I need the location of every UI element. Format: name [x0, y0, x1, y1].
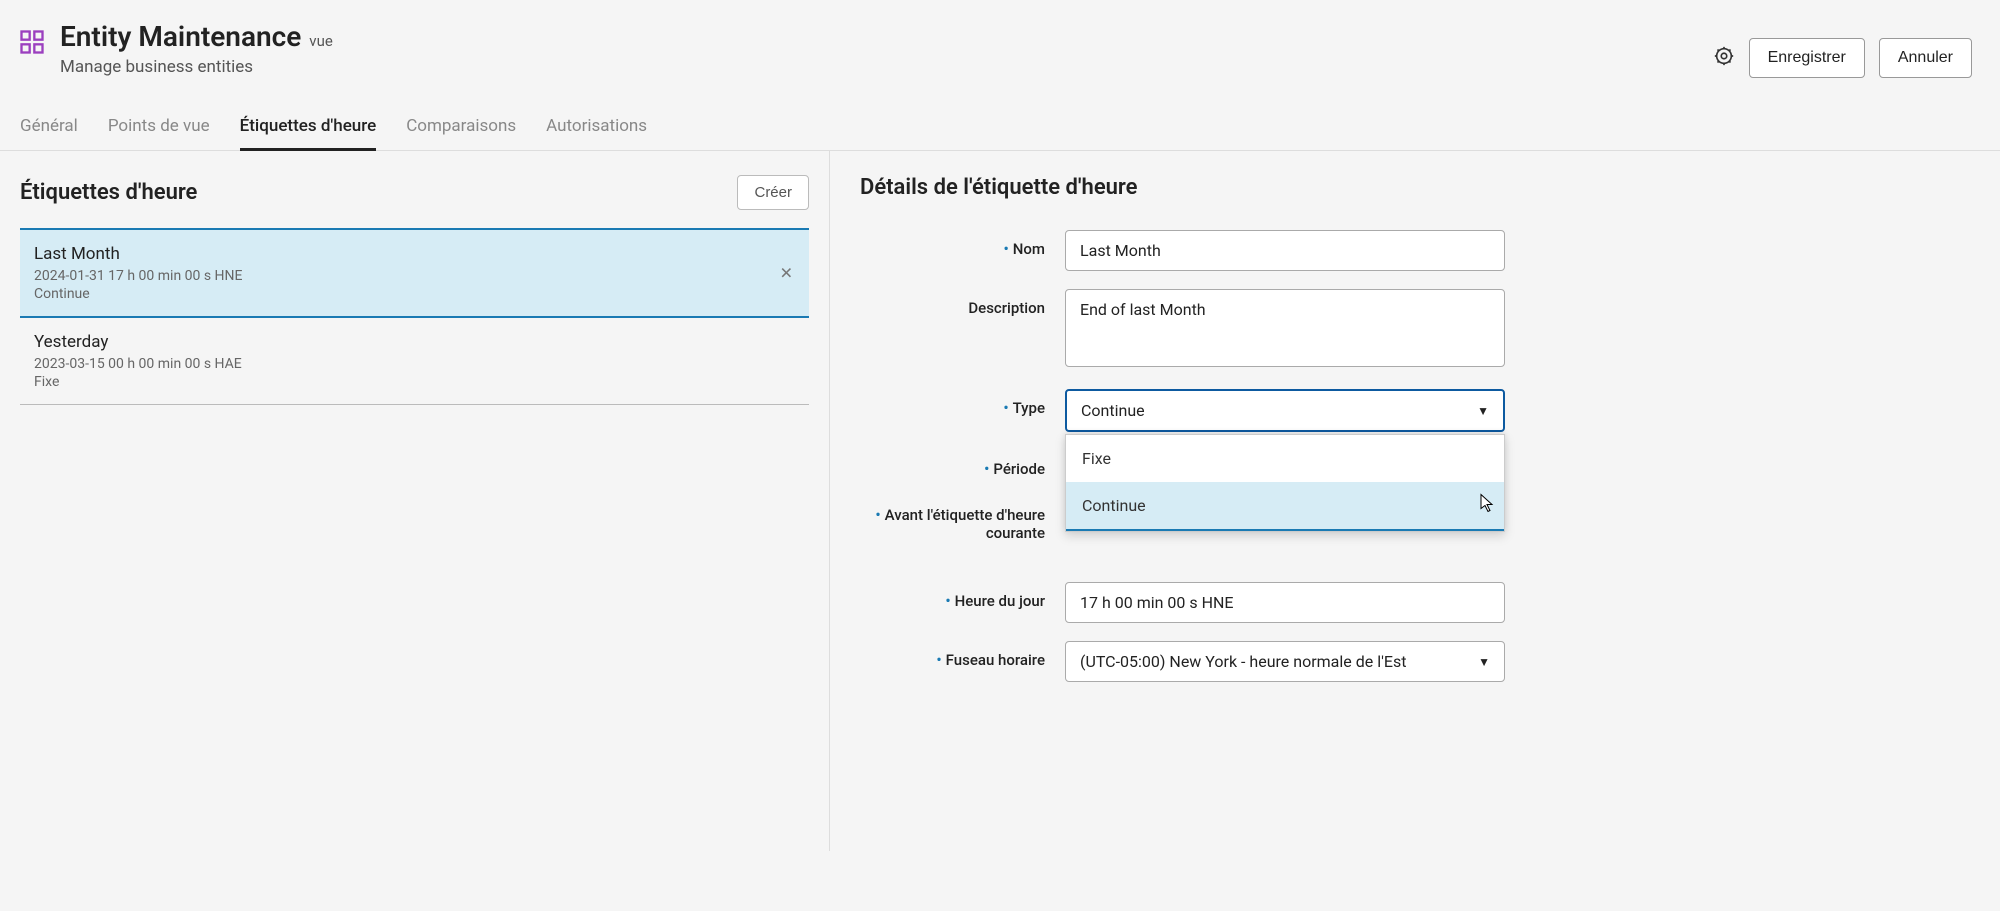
app-icon — [18, 28, 46, 60]
page-subtitle: Manage business entities — [60, 57, 333, 77]
form-row-name: •Nom — [860, 230, 1970, 271]
time-of-day-input[interactable] — [1065, 582, 1505, 623]
list-item-type: Continue — [34, 286, 793, 302]
left-panel-title: Étiquettes d'heure — [20, 180, 197, 205]
name-input-wrap — [1065, 230, 1505, 271]
type-select[interactable]: Continue ▼ — [1065, 389, 1505, 432]
description-label: Description — [860, 289, 1045, 317]
page-title-suffix: vue — [309, 32, 333, 50]
header: Entity Maintenance vue Manage business e… — [0, 0, 2000, 88]
list-item[interactable]: Yesterday 2023-03-15 00 h 00 min 00 s HA… — [20, 318, 809, 405]
type-option-fixe[interactable]: Fixe — [1066, 435, 1504, 482]
before-current-label: •Avant l'étiquette d'heure courante — [860, 496, 1045, 542]
type-dropdown: Fixe Continue — [1065, 434, 1505, 532]
name-label: •Nom — [860, 230, 1045, 258]
form-row-time-of-day: •Heure du jour — [860, 582, 1970, 623]
name-input[interactable] — [1065, 230, 1505, 271]
list-item-timestamp: 2024-01-31 17 h 00 min 00 s HNE — [34, 268, 793, 284]
tab-comparisons[interactable]: Comparaisons — [406, 108, 516, 150]
type-label: •Type — [860, 389, 1045, 417]
type-select-value: Continue — [1081, 401, 1145, 420]
list-item[interactable]: Last Month 2024-01-31 17 h 00 min 00 s H… — [20, 228, 809, 318]
chevron-down-icon: ▼ — [1478, 655, 1490, 669]
timezone-select-value: (UTC-05:00) New York - heure normale de … — [1080, 652, 1406, 671]
tab-viewpoints[interactable]: Points de vue — [108, 108, 210, 150]
list-item-timestamp: 2023-03-15 00 h 00 min 00 s HAE — [34, 356, 793, 372]
timezone-label: •Fuseau horaire — [860, 641, 1045, 669]
header-left: Entity Maintenance vue Manage business e… — [18, 20, 333, 77]
header-right: Enregistrer Annuler — [1713, 38, 1972, 78]
time-of-day-input-wrap — [1065, 582, 1505, 623]
type-option-continue[interactable]: Continue — [1066, 482, 1504, 531]
save-button[interactable]: Enregistrer — [1749, 38, 1865, 78]
create-button[interactable]: Créer — [737, 175, 809, 210]
timezone-select[interactable]: (UTC-05:00) New York - heure normale de … — [1065, 641, 1505, 682]
cursor-icon — [1480, 493, 1496, 518]
page-root: Entity Maintenance vue Manage business e… — [0, 0, 2000, 911]
page-title-text: Entity Maintenance — [60, 20, 301, 53]
content: Étiquettes d'heure Créer Last Month 2024… — [0, 151, 2000, 851]
tab-authorizations[interactable]: Autorisations — [546, 108, 647, 150]
type-select-display: Continue ▼ — [1081, 401, 1489, 420]
timezone-select-wrap: (UTC-05:00) New York - heure normale de … — [1065, 641, 1505, 682]
period-label: •Période — [860, 450, 1045, 478]
settings-icon[interactable] — [1713, 45, 1735, 71]
type-select-wrap: Continue ▼ Fixe Continue — [1065, 389, 1505, 432]
list-item-type: Fixe — [34, 374, 793, 390]
details-title: Détails de l'étiquette d'heure — [860, 175, 1970, 200]
form-row-type: •Type Continue ▼ Fixe Continue — [860, 389, 1970, 432]
cancel-button[interactable]: Annuler — [1879, 38, 1972, 78]
form-row-timezone: •Fuseau horaire (UTC-05:00) New York - h… — [860, 641, 1970, 682]
tab-general[interactable]: Général — [20, 108, 78, 150]
close-icon[interactable]: ✕ — [780, 264, 793, 283]
right-panel: Détails de l'étiquette d'heure •Nom Desc… — [830, 151, 2000, 851]
chevron-down-icon: ▼ — [1477, 404, 1489, 418]
description-input[interactable] — [1065, 289, 1505, 367]
timezone-select-display: (UTC-05:00) New York - heure normale de … — [1080, 652, 1490, 671]
tab-time-labels[interactable]: Étiquettes d'heure — [240, 108, 377, 150]
time-of-day-label: •Heure du jour — [860, 582, 1045, 610]
list-item-name: Last Month — [34, 244, 793, 264]
title-block: Entity Maintenance vue Manage business e… — [60, 20, 333, 77]
left-panel: Étiquettes d'heure Créer Last Month 2024… — [0, 151, 830, 851]
tabs: Général Points de vue Étiquettes d'heure… — [0, 88, 2000, 151]
left-panel-header: Étiquettes d'heure Créer — [20, 175, 809, 210]
page-title: Entity Maintenance vue — [60, 20, 333, 53]
list-item-name: Yesterday — [34, 332, 793, 352]
form-row-description: Description — [860, 289, 1970, 371]
description-input-wrap — [1065, 289, 1505, 371]
